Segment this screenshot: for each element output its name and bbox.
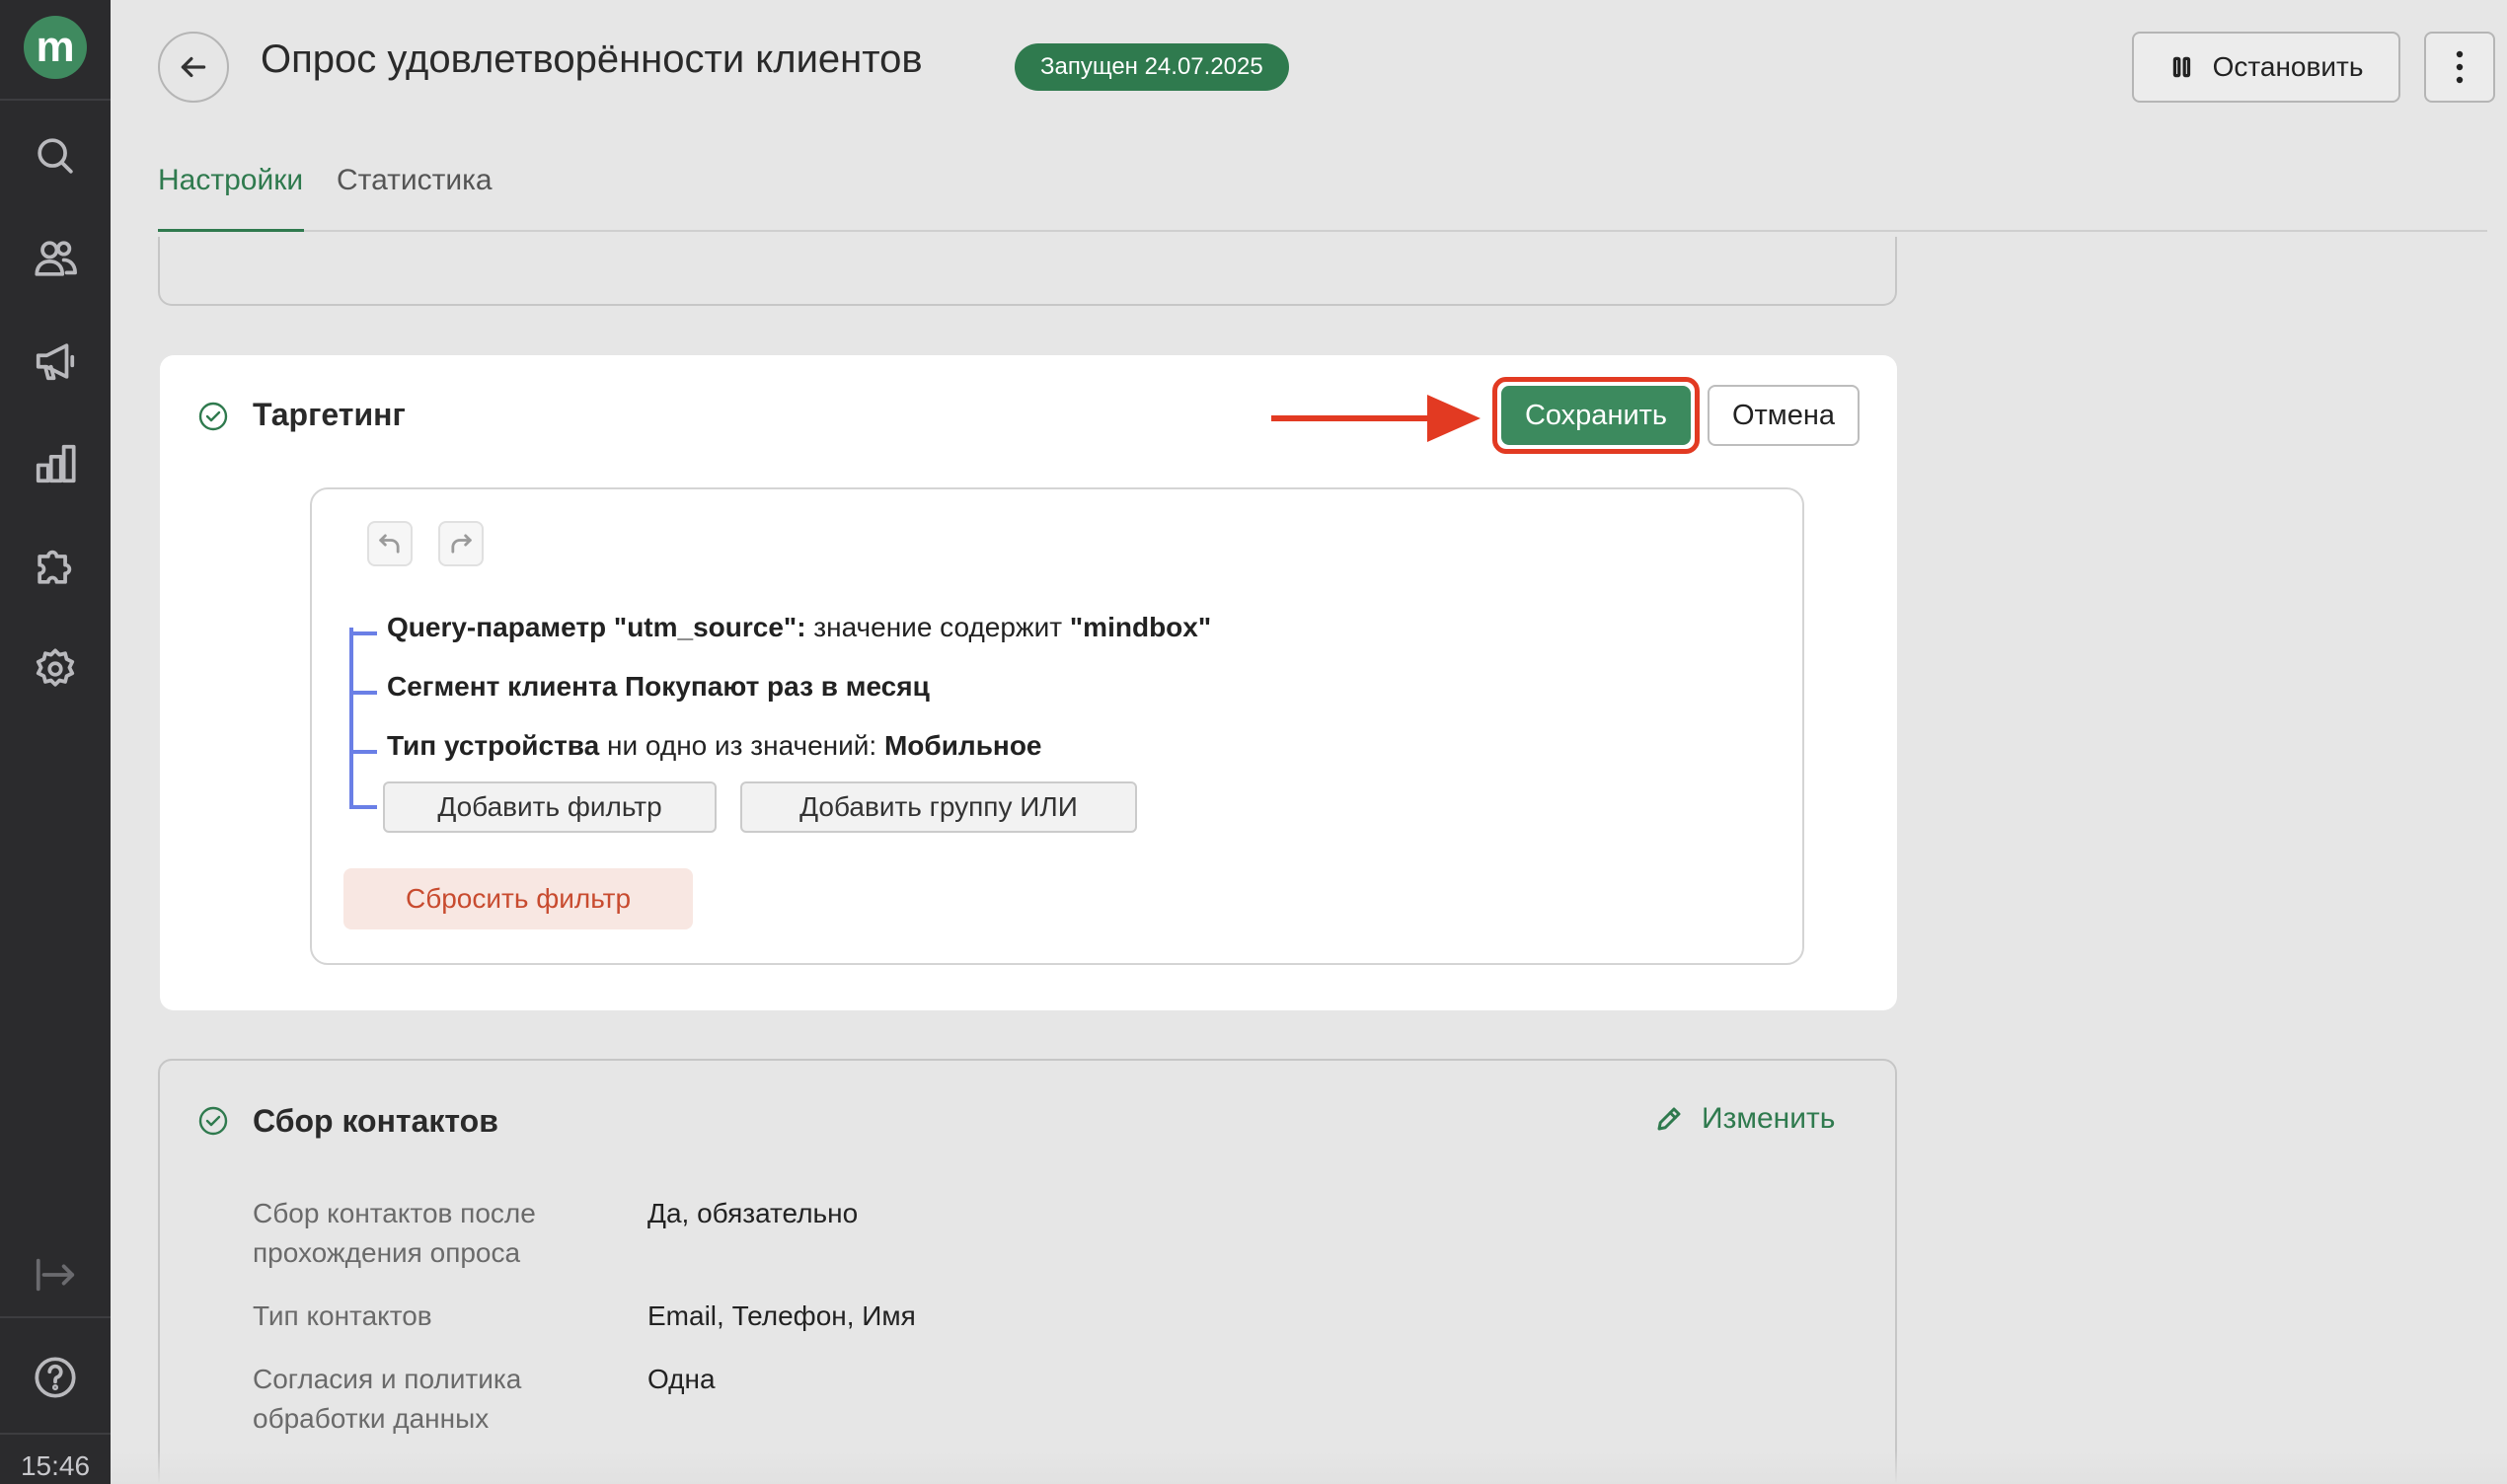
filter-connector xyxy=(349,691,377,695)
redo-icon xyxy=(451,534,472,554)
contacts-row-label: Сбор контактов после прохождения опроса xyxy=(253,1198,536,1268)
condition-value: Мобильное xyxy=(883,730,1042,761)
chart-icon[interactable] xyxy=(30,438,81,489)
app-logo[interactable]: m xyxy=(24,16,87,79)
condition-operator: ни одно из значений: xyxy=(599,730,884,761)
puzzle-icon[interactable] xyxy=(30,541,81,592)
pause-icon xyxy=(2172,56,2190,78)
sidebar-divider xyxy=(0,1433,111,1435)
contacts-row-value: Одна xyxy=(647,1364,716,1394)
stop-button-label: Остановить xyxy=(2212,51,2364,82)
filter-group-bracket xyxy=(349,628,353,807)
add-or-group-button[interactable]: Добавить группу ИЛИ xyxy=(740,781,1137,833)
edit-contacts-button[interactable]: Изменить xyxy=(1654,1102,1835,1136)
contacts-row-value: Email, Телефон, Имя xyxy=(647,1300,916,1331)
condition-field: Query-параметр "utm_source": xyxy=(387,612,806,642)
pencil-icon xyxy=(1657,1107,1681,1131)
tabs-divider xyxy=(158,230,2487,232)
contacts-row-label: Согласия и политика обработки данных xyxy=(253,1364,522,1434)
active-tab-indicator xyxy=(158,229,304,232)
filter-condition[interactable]: Query-параметр "utm_source": значение со… xyxy=(387,612,1211,643)
page-title: Опрос удовлетворённости клиентов xyxy=(261,37,923,81)
undo-icon xyxy=(379,534,400,554)
check-circle-icon xyxy=(197,401,229,432)
more-menu-button[interactable] xyxy=(2424,32,2495,103)
edit-label: Изменить xyxy=(1702,1102,1836,1135)
condition-field: Тип устройства xyxy=(387,730,600,761)
collapse-icon[interactable] xyxy=(30,1249,81,1300)
add-filter-button[interactable]: Добавить фильтр xyxy=(383,781,717,833)
sidebar-divider xyxy=(0,1316,111,1318)
check-circle-icon xyxy=(197,1105,229,1137)
filter-connector xyxy=(349,750,377,754)
tab-statistics[interactable]: Статистика xyxy=(337,164,493,197)
undo-button[interactable] xyxy=(367,521,413,566)
contacts-row-value: Да, обязательно xyxy=(647,1198,859,1228)
tab-settings[interactable]: Настройки xyxy=(158,164,303,197)
condition-operator: значение содержит xyxy=(805,612,1070,642)
search-icon[interactable] xyxy=(30,130,81,182)
contacts-row-label: Тип контактов xyxy=(253,1300,432,1331)
scroll-fade xyxy=(111,1450,2507,1484)
condition-field: Сегмент клиента Покупают раз в месяц xyxy=(387,671,930,702)
contacts-title: Сбор контактов xyxy=(253,1103,498,1139)
filter-connector xyxy=(349,631,377,635)
sidebar: m 15:46 xyxy=(0,0,111,1484)
logo-letter: m xyxy=(36,23,75,71)
condition-value: "mindbox" xyxy=(1069,612,1212,642)
redo-button[interactable] xyxy=(438,521,484,566)
cancel-button[interactable]: Отмена xyxy=(1708,385,1860,446)
back-button[interactable] xyxy=(158,32,229,103)
filter-connector xyxy=(349,805,377,809)
clock: 15:46 xyxy=(20,1450,91,1481)
stop-button[interactable]: Остановить xyxy=(2132,32,2400,103)
save-button[interactable]: Сохранить xyxy=(1501,386,1691,445)
users-icon[interactable] xyxy=(30,233,81,284)
gear-icon[interactable] xyxy=(30,643,81,695)
filter-condition[interactable]: Тип устройства ни одно из значений: Моби… xyxy=(387,730,1042,762)
filter-condition[interactable]: Сегмент клиента Покупают раз в месяц xyxy=(387,671,930,703)
targeting-title: Таргетинг xyxy=(253,397,406,432)
reset-filter-button[interactable]: Сбросить фильтр xyxy=(343,868,693,929)
help-icon[interactable] xyxy=(30,1352,81,1403)
previous-section-card xyxy=(158,237,1897,306)
kebab-icon xyxy=(2456,50,2464,84)
sidebar-divider xyxy=(0,99,111,101)
annotation-arrow-icon xyxy=(1271,395,1481,442)
status-badge: Запущен 24.07.2025 xyxy=(1015,43,1289,91)
arrow-left-icon xyxy=(181,56,206,78)
megaphone-icon[interactable] xyxy=(30,335,81,387)
